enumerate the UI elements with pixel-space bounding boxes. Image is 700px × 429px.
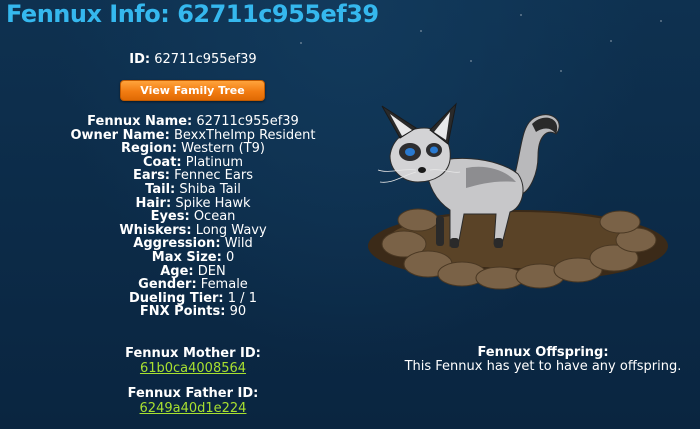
detail-row: Dueling Tier: 1 / 1 <box>0 291 386 306</box>
id-label: ID: <box>129 52 151 67</box>
detail-row: Ears: Fennec Ears <box>0 169 386 183</box>
detail-row: Eyes: Ocean <box>0 210 386 224</box>
offspring-text: This Fennux has yet to have any offsprin… <box>404 359 682 374</box>
detail-row: Gender: Female <box>0 278 386 292</box>
offspring-block: Fennux Offspring: This Fennux has yet to… <box>386 346 700 374</box>
detail-row: Whiskers: Long Wavy <box>0 223 386 238</box>
mother-block: Fennux Mother ID: 61b0ca4008564 <box>0 346 386 376</box>
fennux-image <box>368 102 668 290</box>
father-label: Fennux Father ID: <box>127 386 259 401</box>
father-id-link[interactable]: 6249a40d1e224 <box>140 401 247 416</box>
mother-id-link[interactable]: 61b0ca4008564 <box>140 361 246 376</box>
detail-row: Max Size: 0 <box>0 251 386 265</box>
detail-label: FNX Points: <box>139 304 226 320</box>
detail-value: 90 <box>229 304 247 320</box>
detail-row: Age: DEN <box>0 264 386 279</box>
detail-row: Aggression: Wild <box>0 237 386 251</box>
mother-label: Fennux Mother ID: <box>125 346 261 361</box>
detail-row: Fennux Name: 62711c955ef39 <box>0 115 386 129</box>
detail-row: Owner Name: BexxTheImp Resident <box>0 128 386 143</box>
id-value: 62711c955ef39 <box>154 52 257 67</box>
detail-row: Hair: Spike Hawk <box>0 196 386 211</box>
detail-value: 0 <box>225 249 235 265</box>
detail-row: FNX Points: 90 <box>0 305 386 319</box>
page-title: Fennux Info: 62711c955ef39 <box>6 0 379 28</box>
detail-row: Tail: Shiba Tail <box>0 183 386 197</box>
id-line: ID: 62711c955ef39 <box>0 52 386 67</box>
detail-row: Region: Western (T9) <box>0 142 386 156</box>
fennux-details: Fennux Name: 62711c955ef39 Owner Name: Be… <box>0 115 386 319</box>
view-family-tree-button[interactable]: View Family Tree <box>120 80 265 101</box>
father-block: Fennux Father ID: 6249a40d1e224 <box>0 386 386 416</box>
offspring-label: Fennux Offspring: <box>477 345 609 360</box>
detail-row: Coat: Platinum <box>0 155 386 170</box>
